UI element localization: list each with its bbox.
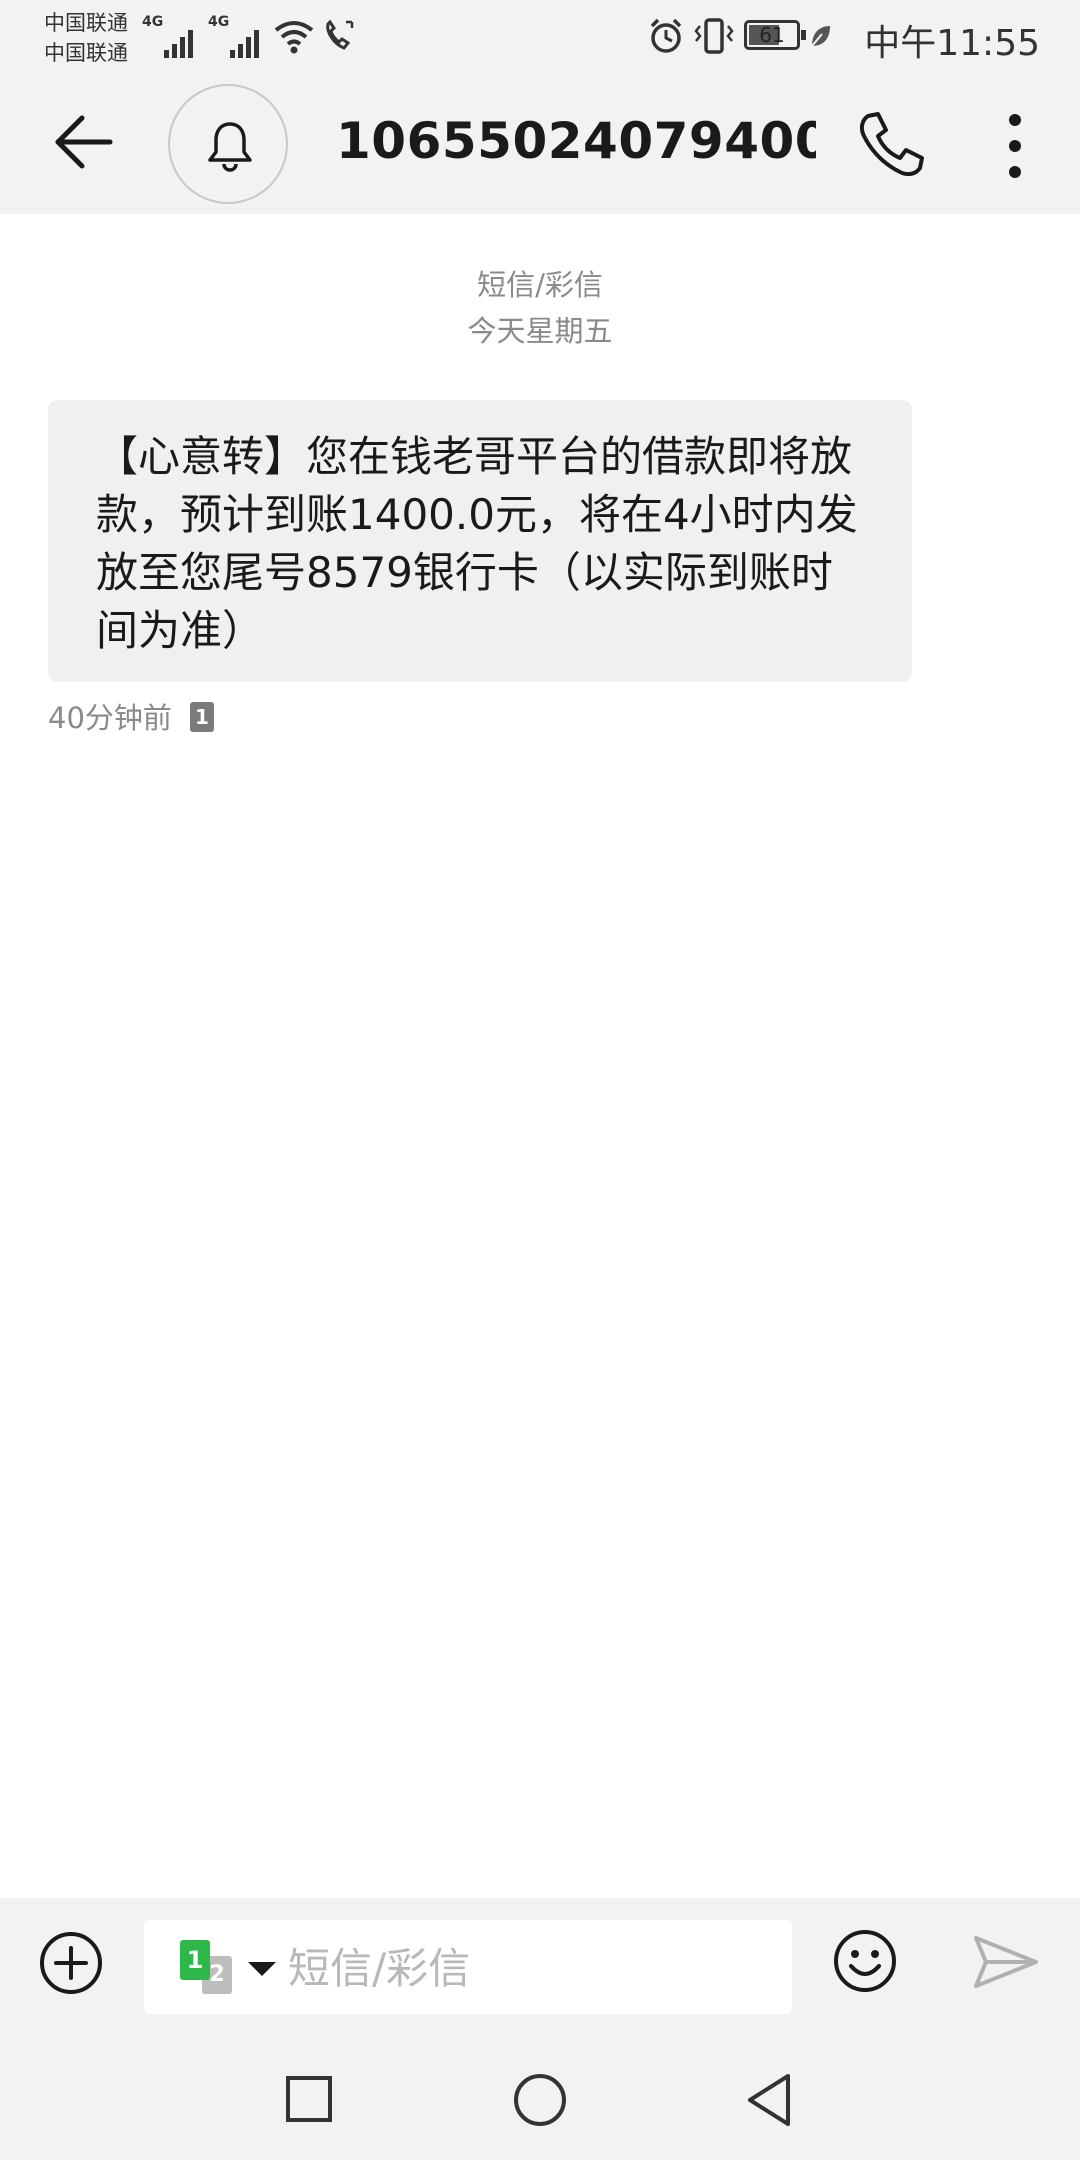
signal-bars-icon (164, 30, 193, 58)
conversation-header: 10655024079400... (0, 76, 1080, 214)
status-bar: 中国联通 中国联通 4G 4G 61 中午11:55 (0, 0, 1080, 76)
sim-1-icon: 1 (180, 1940, 210, 1980)
power-saving-leaf-icon (811, 26, 830, 47)
wifi-icon (274, 21, 314, 54)
carrier-1-label: 中国联通 (44, 11, 128, 35)
message-timestamp: 40分钟前 (48, 701, 172, 735)
more-vertical-icon (1009, 114, 1021, 178)
caret-down-icon (248, 1962, 276, 1976)
wifi-calling-icon (326, 19, 354, 50)
network-1-label: 4G (142, 14, 164, 30)
message-type-label: 短信/彩信 (477, 268, 603, 302)
bell-icon (208, 122, 252, 172)
messaging-screen: 中国联通 中国联通 4G 4G 61 中午11:55 1065502407940… (0, 0, 1080, 2160)
plus-circle-icon (40, 1932, 102, 1994)
recents-button[interactable] (286, 2076, 332, 2122)
back-button[interactable] (48, 106, 120, 178)
carrier-2-label: 中国联通 (44, 41, 128, 65)
message-meta: 40分钟前 1 (48, 698, 214, 738)
vibrate-icon (694, 18, 734, 54)
system-navigation-bar (0, 2026, 1080, 2160)
date-label: 今天星期五 (467, 314, 613, 348)
message-input-box: 2 1 (144, 1920, 792, 2014)
message-input[interactable] (288, 1938, 768, 1998)
sim-card-badge: 1 (190, 702, 214, 732)
triangle-back-icon (748, 2074, 790, 2126)
carrier-labels: 中国联通 中国联通 (44, 8, 128, 68)
notification-toggle-button[interactable] (168, 84, 288, 204)
attach-button[interactable] (38, 1930, 104, 1996)
home-button[interactable] (514, 2074, 566, 2126)
message-bubble[interactable]: 【心意转】您在钱老哥平台的借款即将放款，预计到账1400.0元，将在4小时内发放… (48, 400, 912, 682)
phone-icon (859, 112, 924, 177)
arrow-left-icon (55, 115, 113, 169)
send-icon (974, 1936, 1038, 1988)
network-2-label: 4G (208, 14, 230, 30)
message-text: 【心意转】您在钱老哥平台的借款即将放款，预计到账1400.0元，将在4小时内发放… (96, 432, 858, 655)
clock: 中午11:55 (864, 23, 1040, 64)
battery-icon: 61 (744, 20, 806, 50)
signal-bars-icon (230, 30, 259, 58)
smiley-icon (834, 1930, 896, 1992)
send-button[interactable] (970, 1932, 1042, 1992)
message-composer: 2 1 (0, 1898, 1080, 2026)
nav-back-button[interactable] (744, 2072, 794, 2128)
emoji-button[interactable] (832, 1928, 898, 1994)
battery-level: 61 (759, 23, 785, 47)
conversation-date-header: 短信/彩信 今天星期五 (0, 262, 1080, 354)
more-options-button[interactable] (980, 104, 1050, 188)
call-button[interactable] (850, 106, 930, 186)
contact-title[interactable]: 10655024079400... (336, 112, 816, 182)
sim-selector[interactable]: 2 1 (180, 1940, 280, 1996)
alarm-icon (650, 18, 682, 53)
